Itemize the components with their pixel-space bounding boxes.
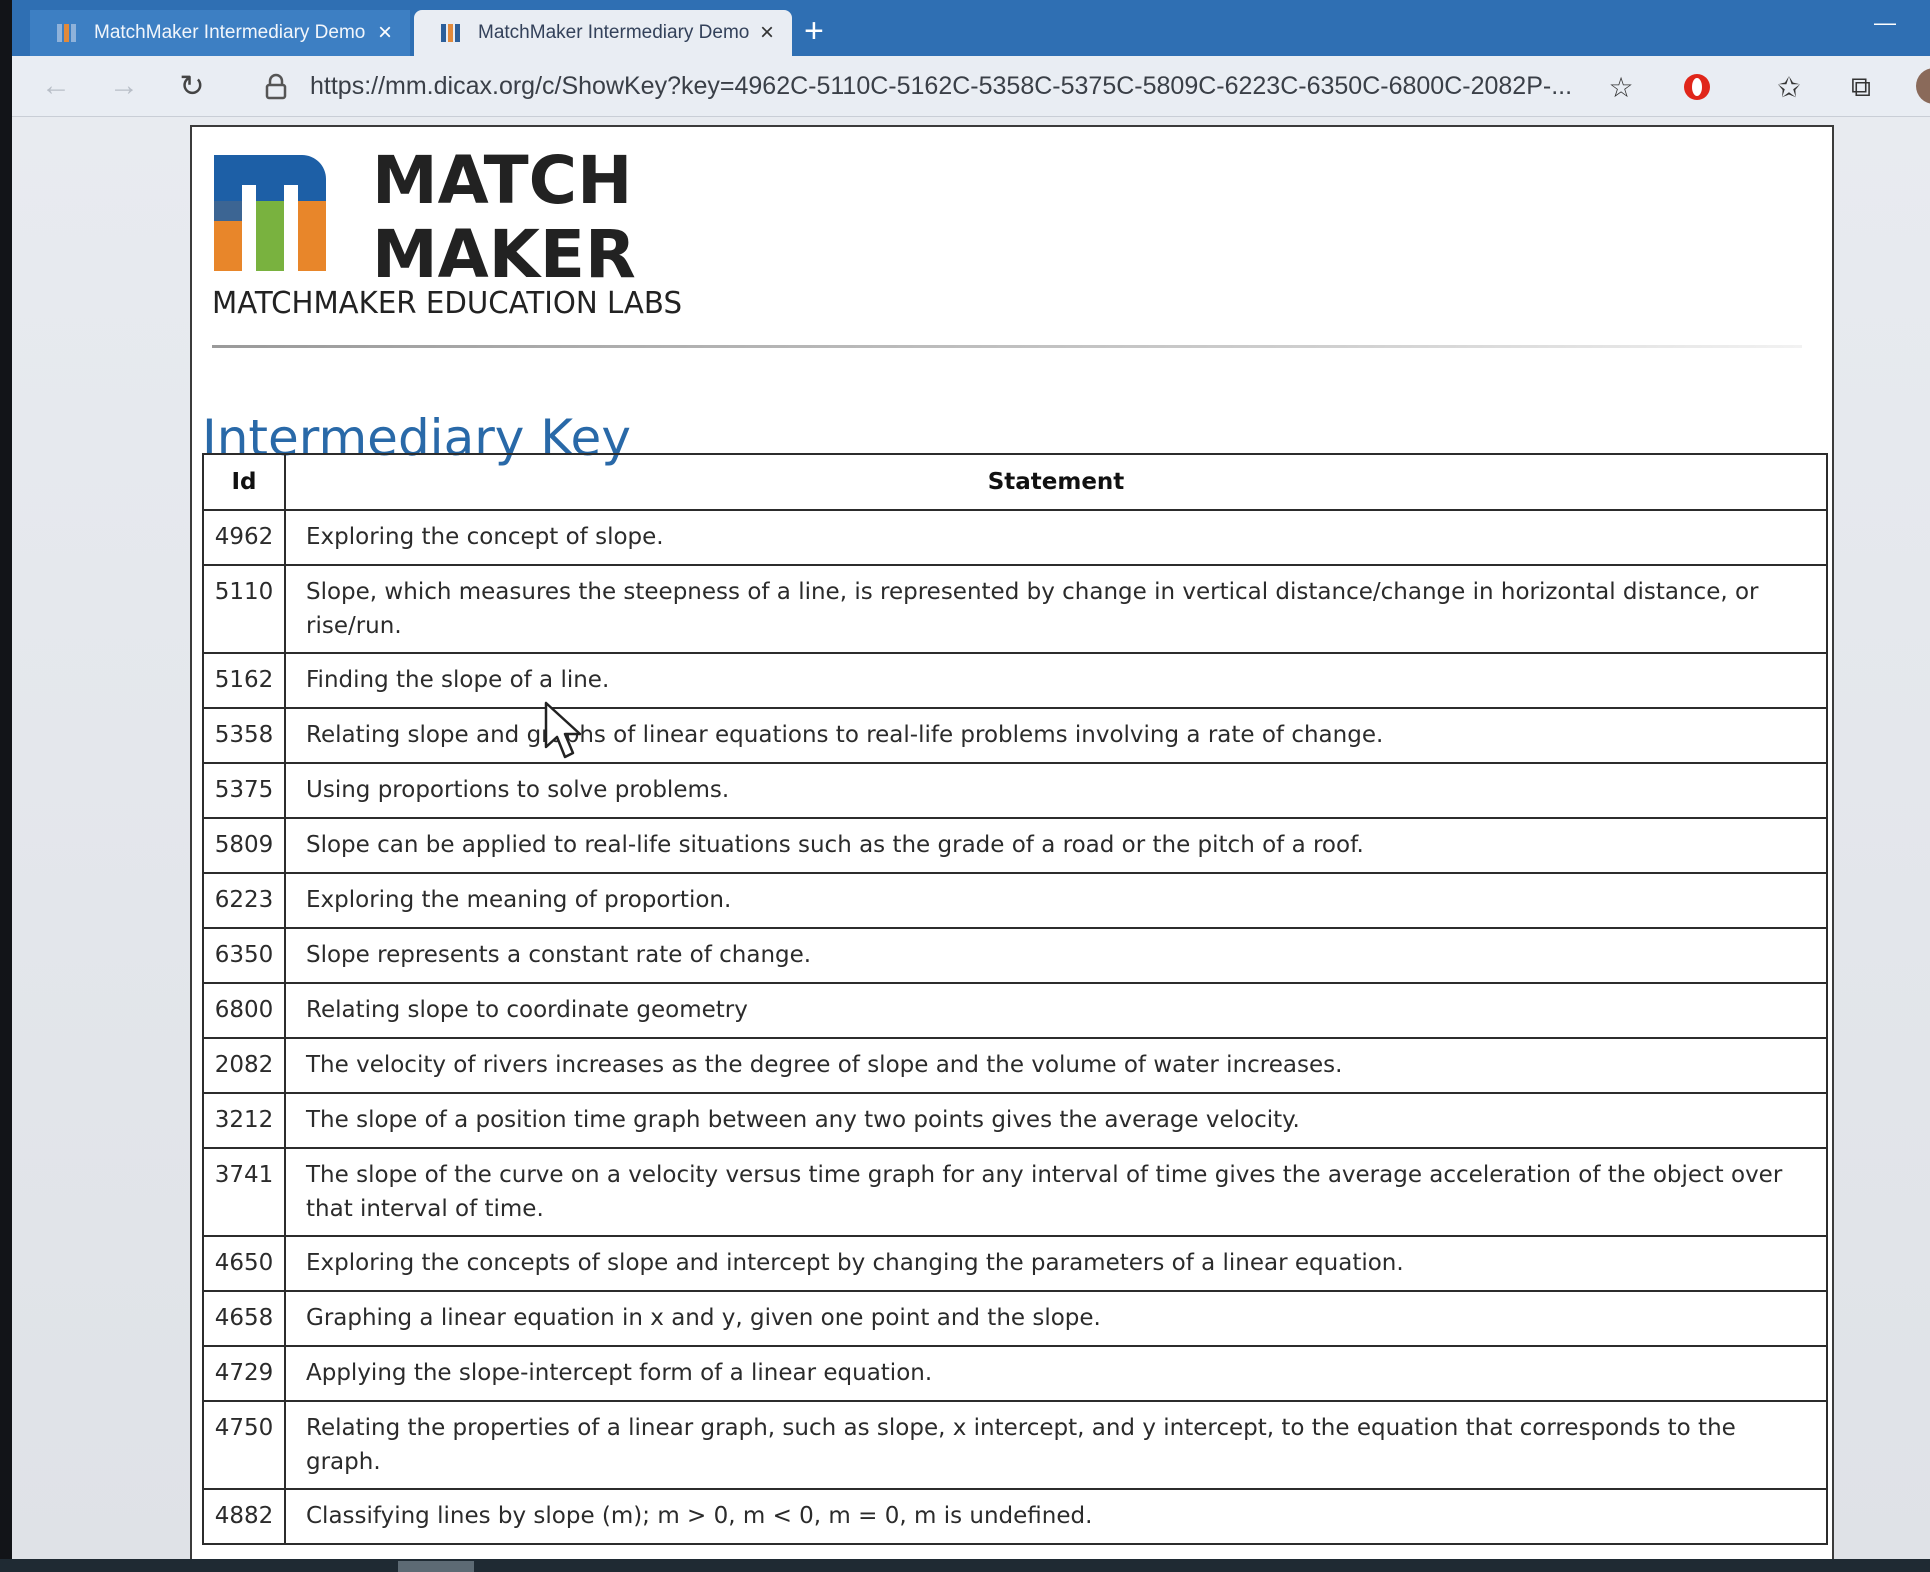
matchmaker-logo: MATCH MAKER MATCHMAKER EDUCATION LABS [212,142,682,321]
table-row: 4650 Exploring the concepts of slope and … [202,1235,1828,1292]
browser-tab-strip: MatchMaker Intermediary Demo × MatchMake… [12,0,1930,56]
table-row: 5358 Relating slope and graphs of linear … [202,707,1828,764]
row-statement: The slope of a position time graph betwe… [284,1092,1828,1149]
minimize-icon[interactable]: — [1874,10,1896,36]
table-row: 5375 Using proportions to solve problems. [202,762,1828,819]
tab-title: MatchMaker Intermediary Demo [94,22,366,43]
matchmaker-favicon-icon [441,24,460,42]
new-tab-icon[interactable]: + [804,14,824,48]
row-id: 6350 [202,927,286,984]
row-id: 5358 [202,707,286,764]
row-statement: Exploring the meaning of proportion. [284,872,1828,929]
lock-icon[interactable] [262,73,290,101]
table-row: 4658 Graphing a linear equation in x and … [202,1290,1828,1347]
table-header-row: Id Statement [202,453,1828,511]
logo-word-maker: MAKER [372,216,636,293]
table-row: 5162 Finding the slope of a line. [202,652,1828,709]
row-id: 5809 [202,817,286,874]
table-row: 4729 Applying the slope-intercept form of… [202,1345,1828,1402]
favorites-icon[interactable]: ✩ [1772,70,1806,104]
row-id: 4650 [202,1235,286,1292]
row-statement: Slope represents a constant rate of chan… [284,927,1828,984]
row-id: 5110 [202,564,286,654]
table-row: 4882 Classifying lines by slope (m); m > … [202,1488,1828,1545]
row-id: 5375 [202,762,286,819]
row-statement: The velocity of rivers increases as the … [284,1037,1828,1094]
table-row: 4750 Relating the properties of a linear … [202,1400,1828,1490]
row-statement: Finding the slope of a line. [284,652,1828,709]
browser-tab-active[interactable]: MatchMaker Intermediary Demo × [414,10,792,56]
column-header-id: Id [202,453,286,511]
row-id: 6800 [202,982,286,1039]
row-statement: Relating slope and graphs of linear equa… [284,707,1828,764]
video-frame-edge [0,0,12,1572]
table-body: 4962 Exploring the concept of slope. 5110 S… [202,509,1828,1545]
row-statement: Classifying lines by slope (m); m > 0, m… [284,1488,1828,1545]
row-id: 4962 [202,509,286,566]
page-container: MATCH MAKER MATCHMAKER EDUCATION LABS In… [190,125,1834,1559]
table-row: 5110 Slope, which measures the steepness … [202,564,1828,654]
mouse-cursor-icon [544,701,582,759]
table-row: 2082 The velocity of rivers increases as … [202,1037,1828,1094]
row-statement: Exploring the concepts of slope and inte… [284,1235,1828,1292]
address-bar-url[interactable]: https://mm.dicax.org/c/ShowKey?key=4962C… [310,70,1580,102]
row-id: 6223 [202,872,286,929]
row-statement: Relating the properties of a linear grap… [284,1400,1828,1490]
row-statement: Slope can be applied to real-life situat… [284,817,1828,874]
avatar[interactable] [1916,68,1930,104]
row-id: 3741 [202,1147,286,1237]
row-statement: Relating slope to coordinate geometry [284,982,1828,1039]
browser-tab[interactable]: MatchMaker Intermediary Demo × [30,10,410,56]
logo-word-match: MATCH [372,142,632,219]
opera-extension-icon[interactable] [1680,70,1714,104]
logo-tagline: MATCHMAKER EDUCATION LABS [212,286,682,321]
table-row: 5809 Slope can be applied to real-life si… [202,817,1828,874]
row-id: 4729 [202,1345,286,1402]
row-statement: Applying the slope-intercept form of a l… [284,1345,1828,1402]
browser-toolbar: ← → ↻ https://mm.dicax.org/c/ShowKey?key… [12,56,1930,117]
close-icon[interactable]: × [378,21,392,45]
intermediary-key-table: Id Statement 4962 Exploring the concept o… [202,453,1828,1545]
row-statement: Slope, which measures the steepness of a… [284,564,1828,654]
forward-arrow-icon[interactable]: → [104,66,144,106]
tab-title: MatchMaker Intermediary Demo [478,22,750,43]
scrollbar-thumb[interactable] [398,1561,474,1572]
row-statement: The slope of the curve on a velocity ver… [284,1147,1828,1237]
back-arrow-icon[interactable]: ← [36,66,76,106]
row-id: 2082 [202,1037,286,1094]
page-viewport: MATCH MAKER MATCHMAKER EDUCATION LABS In… [12,117,1930,1559]
collections-icon[interactable]: ⧉ [1844,70,1878,104]
row-statement: Graphing a linear equation in x and y, g… [284,1290,1828,1347]
table-row: 3212 The slope of a position time graph b… [202,1092,1828,1149]
column-header-statement: Statement [284,453,1828,511]
table-row: 6800 Relating slope to coordinate geometr… [202,982,1828,1039]
reload-icon[interactable]: ↻ [172,66,212,106]
row-statement: Using proportions to solve problems. [284,762,1828,819]
row-id: 4658 [202,1290,286,1347]
row-id: 5162 [202,652,286,709]
horizontal-scrollbar[interactable] [0,1559,1930,1572]
row-statement: Exploring the concept of slope. [284,509,1828,566]
row-id: 3212 [202,1092,286,1149]
row-id: 4750 [202,1400,286,1490]
table-row: 3741 The slope of the curve on a velocity… [202,1147,1828,1237]
table-row: 4962 Exploring the concept of slope. [202,509,1828,566]
close-icon[interactable]: × [760,21,774,45]
row-id: 4882 [202,1488,286,1545]
table-row: 6223 Exploring the meaning of proportion. [202,872,1828,929]
table-row: 6350 Slope represents a constant rate of … [202,927,1828,984]
matchmaker-favicon-icon [57,24,76,42]
divider [212,345,1802,348]
star-icon[interactable]: ☆ [1604,70,1638,104]
